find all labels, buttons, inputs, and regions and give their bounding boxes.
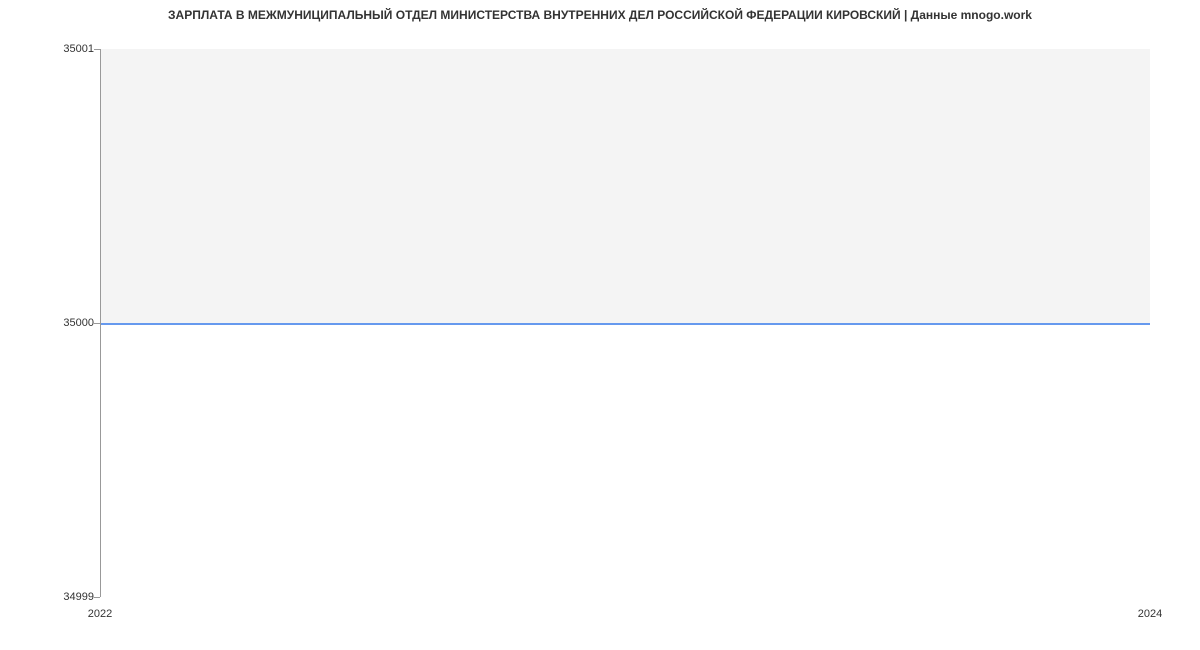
chart-title: ЗАРПЛАТА В МЕЖМУНИЦИПАЛЬНЫЙ ОТДЕЛ МИНИСТ… (168, 8, 1032, 22)
y-tick (94, 597, 100, 598)
y-axis (100, 49, 101, 597)
plot-area (100, 49, 1150, 597)
data-line (100, 323, 1150, 325)
plot-background-lower (100, 323, 1150, 597)
y-tick (94, 323, 100, 324)
x-tick-label: 2022 (88, 608, 112, 620)
y-tick-label: 34999 (44, 591, 94, 603)
x-tick-label: 2024 (1138, 608, 1162, 620)
y-tick-label: 35001 (44, 43, 94, 55)
y-tick (94, 49, 100, 50)
y-tick-label: 35000 (44, 317, 94, 329)
plot-container (100, 49, 1150, 597)
